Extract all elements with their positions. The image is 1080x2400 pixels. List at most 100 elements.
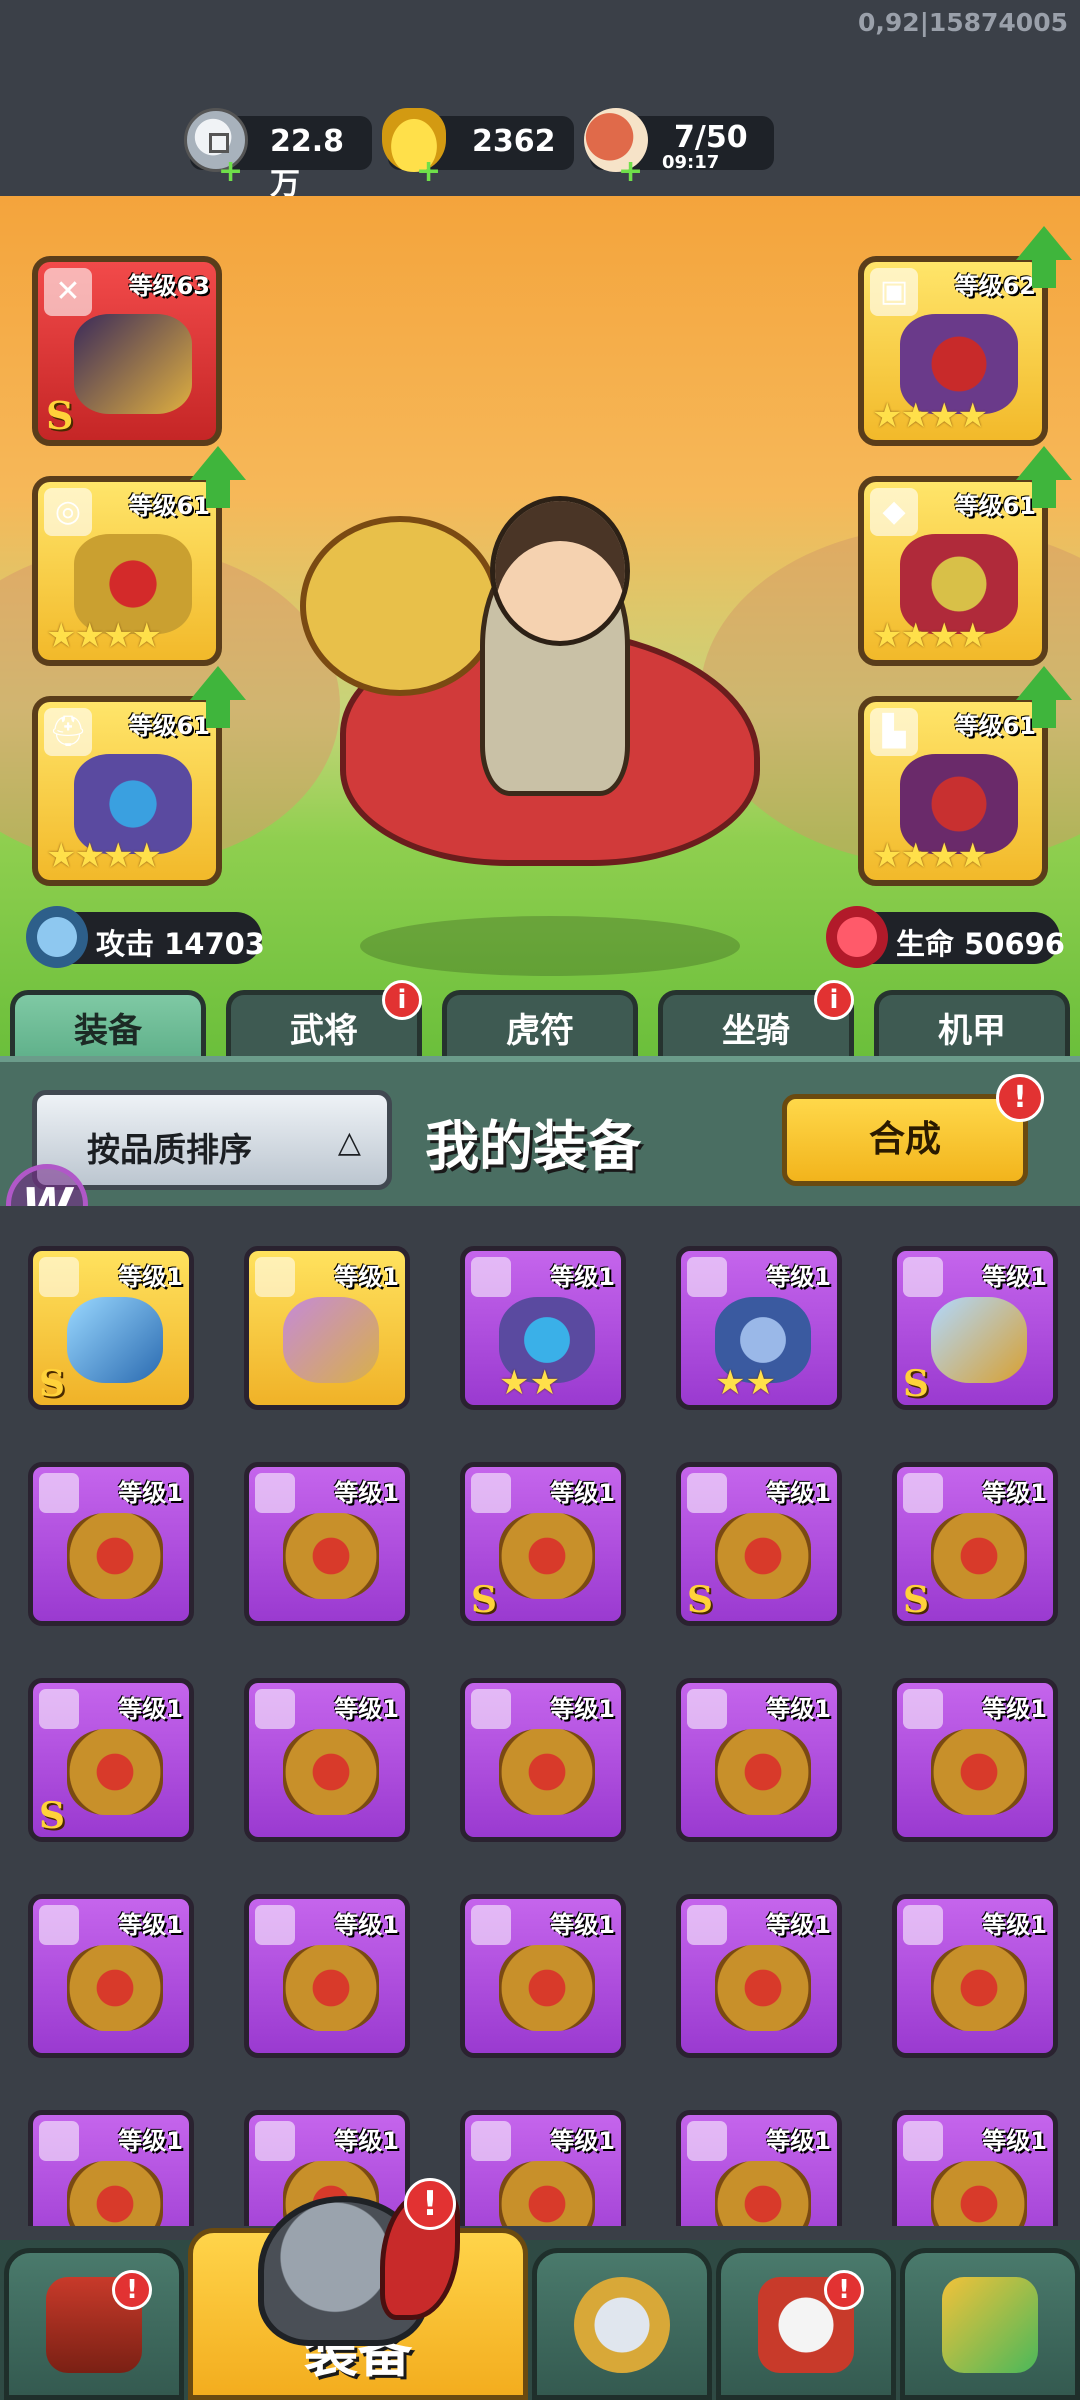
equip-slot-bracer[interactable]: ◆ 等级61 ★★★★ <box>858 446 1072 666</box>
add-gold-icon[interactable]: + <box>416 154 441 189</box>
item-type-icon <box>903 1257 943 1297</box>
item-art-icon <box>931 1297 1027 1383</box>
item-level: 等级1 <box>118 1479 183 1507</box>
hero-head <box>490 496 630 646</box>
sword-type-icon: ✕ <box>44 268 92 316</box>
life-value: 生命 50696 <box>896 927 1065 961</box>
rooster-alert-badge: ! <box>824 2270 864 2310</box>
life-stat: 生命 50696 <box>826 906 1065 968</box>
item-level: 等级1 <box>334 1263 399 1291</box>
upgrade-arrow-icon <box>190 666 246 730</box>
item-art-icon <box>499 1729 595 1815</box>
item-type-icon <box>39 1689 79 1729</box>
sort-label: 按品质排序 <box>87 1130 252 1169</box>
inventory-item[interactable]: 等级1 <box>892 1678 1058 1842</box>
inventory-item[interactable]: 等级1 S <box>28 1678 194 1842</box>
tab-tiger-tally[interactable]: 虎符 <box>442 990 638 1060</box>
silver-value: 22.8万 <box>270 124 345 202</box>
star-rating: ★★ <box>715 1363 776 1403</box>
inventory-item[interactable]: 等级1 <box>244 1678 410 1842</box>
item-art-icon <box>499 2161 595 2226</box>
nav-battle-button[interactable] <box>532 2248 712 2400</box>
item-type-icon <box>687 1257 727 1297</box>
fist-upgrade-icon <box>942 2277 1038 2373</box>
hero-on-dragon-boat[interactable] <box>300 456 780 996</box>
upgrade-arrow-icon <box>1016 666 1072 730</box>
item-type-icon <box>471 1689 511 1729</box>
equipment-panel-header: 按品质排序 △ 我的装备 合成 ! <box>0 1056 1080 1206</box>
inventory-item[interactable]: 等级1 ★★ <box>460 1246 626 1410</box>
inventory-item[interactable]: 等级1 ★★ <box>676 1246 842 1410</box>
inventory-item[interactable]: 等级1 <box>676 1678 842 1842</box>
item-level: 等级1 <box>334 1479 399 1507</box>
item-art-icon <box>931 1729 1027 1815</box>
equip-slot-boots[interactable]: ▙ 等级61 ★★★★ <box>858 666 1072 886</box>
inventory-item[interactable]: 等级1 <box>892 2110 1058 2226</box>
inventory-item[interactable]: 等级1 <box>28 1462 194 1626</box>
dragon-head <box>300 516 500 696</box>
game-screen: 0,92|15874005 + 22.8万 + 2362 + 7/50 09:1… <box>0 0 1080 2400</box>
inventory-item[interactable]: 等级1 S <box>460 1462 626 1626</box>
add-silver-icon[interactable]: + <box>218 154 243 189</box>
grade-badge: S <box>39 1363 65 1405</box>
equip-slot-armor[interactable]: ▣ 等级62 ★★★★ <box>858 226 1072 446</box>
gold-ingot-counter[interactable]: + 2362 <box>382 108 574 189</box>
triangle-up-icon: △ <box>337 1125 361 1160</box>
inventory-item[interactable]: 等级1 <box>676 1894 842 2058</box>
item-level: 等级1 <box>982 1479 1047 1507</box>
inventory-item[interactable]: 等级1 <box>244 1246 410 1410</box>
item-art-icon <box>283 1297 379 1383</box>
equip-slot-helmet[interactable]: ⛑ 等级61 ★★★★ <box>32 666 246 886</box>
inventory-item[interactable]: 等级1 S <box>892 1246 1058 1410</box>
item-type-icon <box>39 1473 79 1513</box>
compose-button[interactable]: 合成 <box>782 1094 1028 1186</box>
item-level: 等级1 <box>766 2127 831 2155</box>
item-type-icon <box>39 1257 79 1297</box>
equip-slot-weapon[interactable]: ✕ 等级63 S <box>32 256 222 446</box>
item-level: 等级1 <box>334 1911 399 1939</box>
mount-alert-badge: i <box>814 980 854 1020</box>
inventory-item[interactable]: 等级1 <box>28 2110 194 2226</box>
inventory-item[interactable]: 等级1 <box>244 1462 410 1626</box>
inventory-item[interactable]: 等级1 <box>460 2110 626 2226</box>
stamina-value: 7/50 <box>674 120 748 155</box>
tab-equipment[interactable]: 装备 <box>10 990 206 1060</box>
inventory-item[interactable]: 等级1 <box>460 1678 626 1842</box>
nav-rooster-button[interactable] <box>716 2248 896 2400</box>
generals-alert-badge: i <box>382 980 422 1020</box>
inventory-item[interactable]: 等级1 <box>244 1894 410 2058</box>
equip-slot-necklace[interactable]: ◎ 等级61 ★★★★ <box>32 446 246 666</box>
inventory-item[interactable]: 等级1 <box>892 1894 1058 2058</box>
attack-value: 攻击 14703 <box>96 927 265 961</box>
item-level: 等级1 <box>550 1911 615 1939</box>
sort-by-quality-button[interactable]: 按品质排序 △ <box>32 1090 392 1190</box>
item-type-icon <box>471 1473 511 1513</box>
inventory-item[interactable]: 等级1 <box>676 2110 842 2226</box>
tab-mecha[interactable]: 机甲 <box>874 990 1070 1060</box>
upgrade-arrow-icon <box>1016 446 1072 510</box>
armor-type-icon: ▣ <box>870 268 918 316</box>
star-rating: ★★★★ <box>46 836 162 876</box>
slot-level: 等级63 <box>128 272 210 300</box>
add-stamina-icon[interactable]: + <box>618 154 643 189</box>
inventory-item[interactable]: 等级1 <box>28 1894 194 2058</box>
item-level: 等级1 <box>118 2127 183 2155</box>
item-art-icon <box>499 1513 595 1599</box>
item-type-icon <box>255 1473 295 1513</box>
item-level: 等级1 <box>766 1911 831 1939</box>
item-level: 等级1 <box>982 2127 1047 2155</box>
grade-badge: S <box>39 1795 65 1837</box>
stamina-counter[interactable]: + 7/50 09:17 <box>584 108 774 189</box>
upgrade-arrow-icon <box>1016 226 1072 290</box>
silver-coin-counter[interactable]: + 22.8万 <box>184 108 372 202</box>
nav-upgrade-button[interactable] <box>900 2248 1080 2400</box>
item-level: 等级1 <box>550 1479 615 1507</box>
item-level: 等级1 <box>550 2127 615 2155</box>
inventory-item[interactable]: 等级1 <box>460 1894 626 2058</box>
inventory-grid: 等级1 S 等级1 等级1 ★★ 等级1 ★★ 等级1 S 等级1 等级1 等级1 S 等级1 S 等级1 S 等… <box>0 1206 1080 2226</box>
inventory-item[interactable]: 等级1 S <box>28 1246 194 1410</box>
medal-type-icon: ◎ <box>44 488 92 536</box>
inventory-item[interactable]: 等级1 S <box>676 1462 842 1626</box>
inventory-item[interactable]: 等级1 S <box>892 1462 1058 1626</box>
nav-gate-button[interactable] <box>4 2248 184 2400</box>
